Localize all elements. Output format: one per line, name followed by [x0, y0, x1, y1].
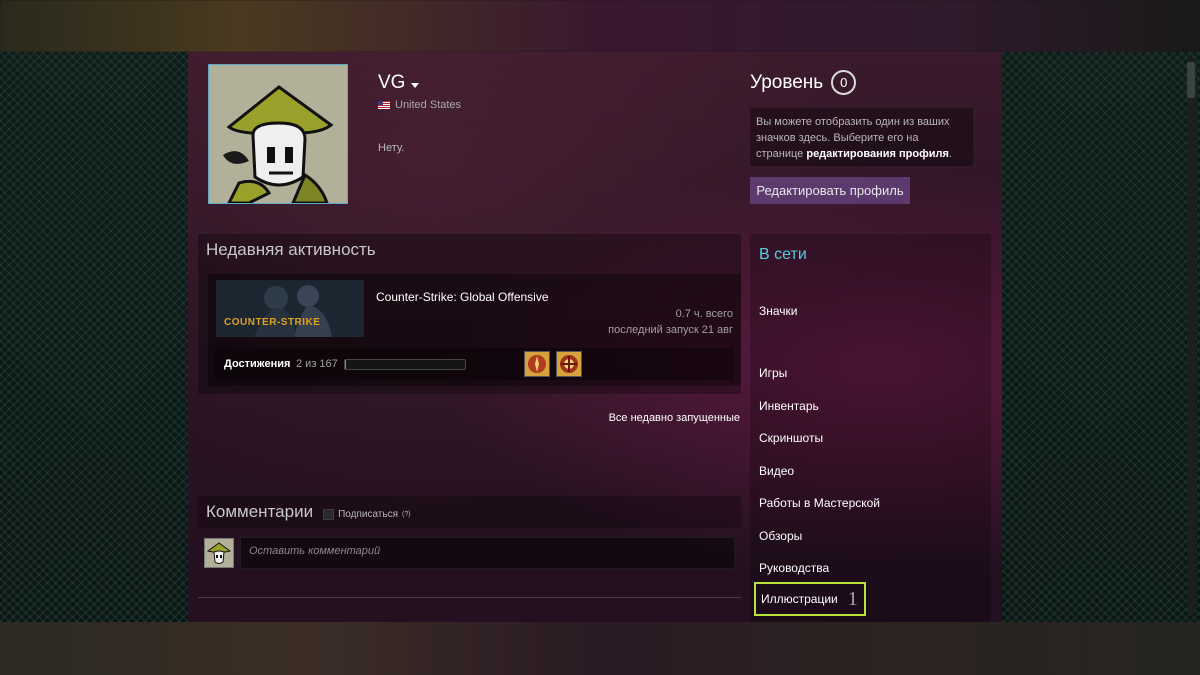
background-right	[1002, 52, 1200, 622]
sidebar-link-inventory[interactable]: Инвентарь	[759, 399, 819, 413]
profile-level: Уровень 0	[750, 70, 857, 95]
profile-summary: Нету.	[378, 142, 405, 154]
badge-hint: Вы можете отобразить один из ваших значк…	[750, 108, 973, 166]
caret-down-icon[interactable]	[411, 82, 420, 88]
location-text: United States	[395, 99, 462, 111]
profile-avatar	[208, 64, 348, 204]
background-bottom	[0, 622, 1200, 675]
scrollbar-thumb[interactable]	[1187, 62, 1195, 98]
us-flag-icon	[378, 101, 390, 109]
level-badge[interactable]: 0	[831, 70, 857, 95]
recent-activity-title: Недавняя активность	[206, 240, 376, 259]
achievement-row: Достижения 2 из 167	[214, 348, 734, 380]
recent-activity-section: Недавняя активность COUNTER-STRIKE Count…	[198, 234, 741, 394]
comment-input[interactable]: Оставить комментарий	[240, 537, 735, 569]
badge-hint-end: .	[948, 148, 952, 160]
sidebar-link-artwork-highlighted[interactable]: Иллюстрации 1	[754, 582, 866, 616]
persona-name[interactable]: VG	[378, 72, 420, 94]
edit-profile-link[interactable]: редактирования профиля	[806, 148, 949, 160]
sidebar-link-videos[interactable]: Видео	[759, 464, 794, 478]
sidebar-link-screenshots[interactable]: Скриншоты	[759, 431, 823, 445]
help-icon[interactable]: (?)	[402, 511, 411, 518]
sidebar-link-badges[interactable]: Значки	[759, 304, 798, 318]
game-capsule-image[interactable]: COUNTER-STRIKE	[216, 280, 364, 337]
achievements-count: 2 из 167	[296, 358, 338, 370]
sidebar-link-games[interactable]: Игры	[759, 366, 787, 380]
commenter-avatar	[204, 538, 234, 568]
sidebar-link-workshop[interactable]: Работы в Мастерской	[759, 496, 880, 510]
sidebar-link-guides[interactable]: Руководства	[759, 561, 829, 575]
persona-name-text: VG	[378, 72, 406, 93]
artwork-label: Иллюстрации	[761, 592, 838, 606]
subscribe-label: Подписаться	[338, 508, 398, 520]
achievements-label[interactable]: Достижения	[224, 358, 290, 370]
game-hours: 0.7 ч. всего	[675, 308, 733, 320]
recent-game-card: COUNTER-STRIKE Counter-Strike: Global Of…	[208, 274, 741, 386]
artwork-count: 1	[847, 587, 858, 610]
background-top	[0, 0, 1200, 52]
achievements-progress-bar	[344, 359, 466, 370]
profile-location: United States	[378, 99, 461, 111]
game-name-link[interactable]: Counter-Strike: Global Offensive	[376, 290, 549, 304]
achievement-icon-2[interactable]	[556, 351, 582, 377]
comments-title: Комментарии	[206, 502, 314, 521]
achievements-progress-fill	[345, 360, 347, 369]
profile-page: VG United States Нету. Уровень 0 Вы може…	[188, 52, 1002, 622]
all-recent-games-link[interactable]: Все недавно запущенные	[609, 412, 740, 424]
comments-divider	[198, 597, 741, 598]
sidebar-link-reviews[interactable]: Обзоры	[759, 529, 802, 543]
scrollbar-track[interactable]	[1187, 58, 1195, 614]
background-left	[0, 52, 188, 622]
game-last-played: последний запуск 21 авг	[608, 324, 733, 336]
profile-sidebar: В сети Значки Игры Инвентарь Скриншоты В…	[750, 234, 991, 622]
achievement-icon-1[interactable]	[524, 351, 550, 377]
subscribe-toggle[interactable]: Подписаться (?)	[323, 508, 411, 520]
game-capsule-logo: COUNTER-STRIKE	[224, 317, 321, 328]
level-label: Уровень	[750, 71, 824, 93]
comments-section-header: Комментарии Подписаться (?)	[198, 496, 741, 528]
online-status: В сети	[759, 246, 807, 263]
subscribe-checkbox[interactable]	[323, 508, 335, 520]
edit-profile-button[interactable]: Редактировать профиль	[750, 177, 910, 204]
